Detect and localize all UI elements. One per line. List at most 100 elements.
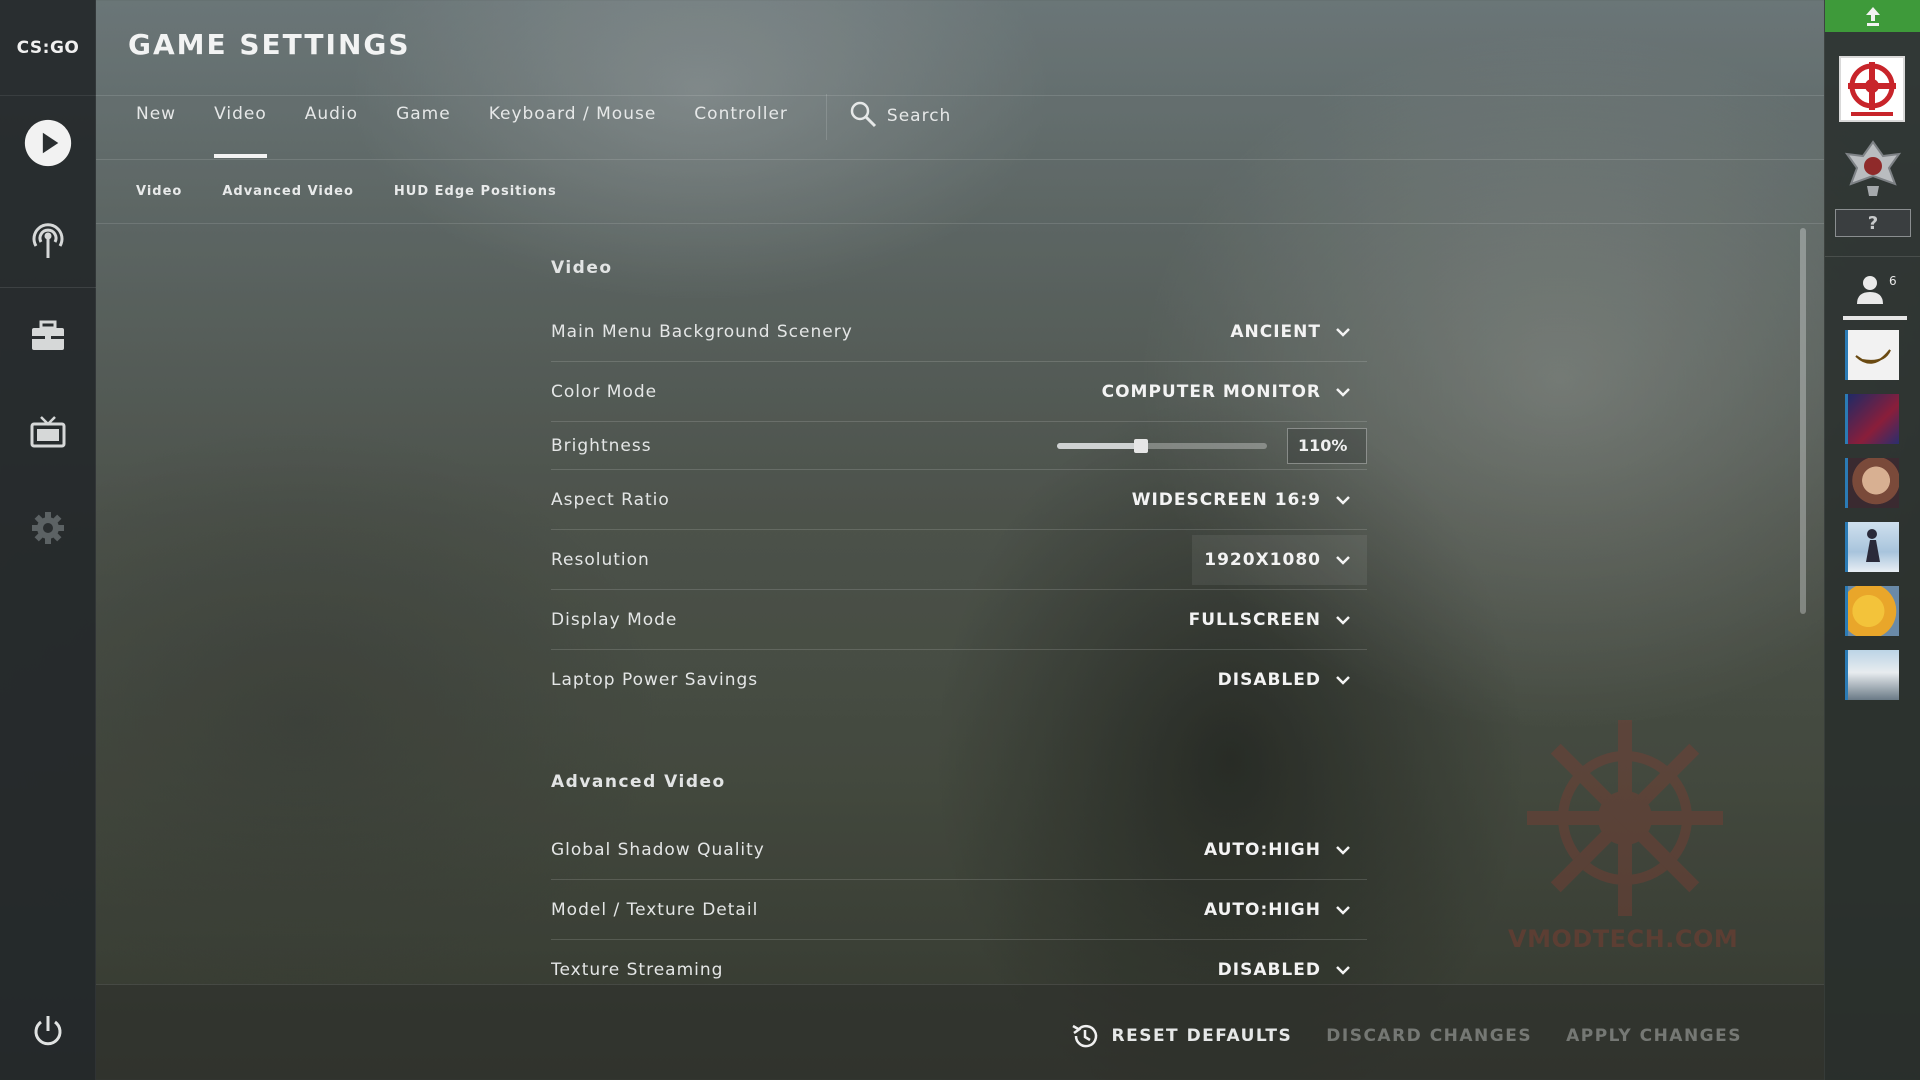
watermark-text: VMODTECH.COM bbox=[1508, 925, 1739, 953]
brightness-input[interactable]: 110% bbox=[1287, 427, 1367, 464]
history-reset-icon bbox=[1071, 1024, 1097, 1048]
setting-row-aspect-ratio: Aspect Ratio WIDESCREEN 16:9 bbox=[551, 470, 1367, 530]
tab-video[interactable]: Video bbox=[214, 104, 267, 160]
laptop-power-savings-dropdown[interactable]: DISABLED bbox=[1206, 655, 1367, 705]
logo-text: CS:GO bbox=[16, 37, 80, 58]
friend-avatar[interactable] bbox=[1845, 394, 1899, 444]
setting-row-background-scenery: Main Menu Background Scenery ANCIENT bbox=[551, 302, 1367, 362]
reset-defaults-label: RESET DEFAULTS bbox=[1111, 1026, 1293, 1046]
setting-row-texture-streaming: Texture Streaming DISABLED bbox=[551, 940, 1367, 984]
right-sidebar: ? 6 bbox=[1824, 0, 1920, 1080]
setting-label: Texture Streaming bbox=[551, 960, 724, 980]
dropdown-value: ANCIENT bbox=[1230, 321, 1321, 342]
slider-fill bbox=[1057, 442, 1141, 449]
subtab-hud-edge-positions[interactable]: HUD Edge Positions bbox=[394, 184, 557, 199]
friend-avatar[interactable] bbox=[1845, 586, 1899, 636]
friend-avatar[interactable] bbox=[1845, 330, 1899, 380]
tab-keyboard-mouse[interactable]: Keyboard / Mouse bbox=[489, 104, 657, 160]
resolution-dropdown[interactable]: 1920X1080 bbox=[1192, 534, 1367, 585]
dropdown-value: COMPUTER MONITOR bbox=[1101, 381, 1321, 402]
tab-audio[interactable]: Audio bbox=[305, 104, 358, 160]
left-sidebar: CS:GO bbox=[0, 0, 96, 1080]
dropdown-value: DISABLED bbox=[1217, 670, 1321, 690]
display-mode-dropdown[interactable]: FULLSCREEN bbox=[1177, 595, 1367, 645]
arrow-up-icon bbox=[1866, 7, 1880, 26]
play-button[interactable] bbox=[24, 119, 72, 167]
friends-list-toggle[interactable]: 6 bbox=[1843, 274, 1907, 320]
chevron-down-icon bbox=[1336, 905, 1350, 915]
section-title-video: Video bbox=[551, 258, 613, 278]
setting-label: Resolution bbox=[551, 549, 650, 570]
play-icon bbox=[24, 119, 72, 167]
aspect-ratio-dropdown[interactable]: WIDESCREEN 16:9 bbox=[1120, 475, 1367, 525]
subtab-advanced-video[interactable]: Advanced Video bbox=[222, 184, 354, 199]
chevron-down-icon bbox=[1336, 387, 1350, 397]
rank-help-badge[interactable]: ? bbox=[1835, 209, 1911, 237]
setting-label: Display Mode bbox=[551, 609, 678, 630]
apply-changes-button[interactable]: APPLY CHANGES bbox=[1566, 1026, 1742, 1046]
rank-emblem-icon[interactable] bbox=[1843, 136, 1903, 200]
subtab-video[interactable]: Video bbox=[136, 184, 182, 199]
setting-row-model-texture-detail: Model / Texture Detail AUTO:HIGH bbox=[551, 880, 1367, 940]
settings-scrollbar[interactable] bbox=[1800, 228, 1806, 614]
inventory-icon bbox=[32, 320, 64, 350]
tabs-divider bbox=[825, 94, 827, 140]
tab-controller[interactable]: Controller bbox=[694, 104, 788, 160]
upgrade-button[interactable] bbox=[1825, 0, 1920, 32]
setting-row-display-mode: Display Mode FULLSCREEN bbox=[551, 590, 1367, 650]
dropdown-value: WIDESCREEN 16:9 bbox=[1131, 489, 1321, 510]
friend-avatar[interactable] bbox=[1845, 650, 1899, 700]
friend-avatar[interactable] bbox=[1845, 522, 1899, 572]
page-title: GAME SETTINGS bbox=[128, 28, 411, 61]
csgo-logo[interactable]: CS:GO bbox=[0, 0, 96, 96]
search-button[interactable]: Search bbox=[849, 101, 951, 128]
setting-label: Aspect Ratio bbox=[551, 489, 670, 510]
broadcast-icon bbox=[32, 223, 64, 258]
setting-row-color-mode: Color Mode COMPUTER MONITOR bbox=[551, 362, 1367, 422]
texture-detail-dropdown[interactable]: AUTO:HIGH bbox=[1192, 885, 1367, 935]
settings-button[interactable] bbox=[24, 504, 72, 552]
settings-list[interactable]: Video Main Menu Background Scenery ANCIE… bbox=[551, 222, 1367, 984]
power-icon bbox=[34, 1016, 62, 1046]
section-title-advanced-video: Advanced Video bbox=[551, 772, 726, 792]
right-sidebar-divider bbox=[1825, 256, 1920, 257]
texture-streaming-dropdown[interactable]: DISABLED bbox=[1206, 945, 1367, 984]
chevron-down-icon bbox=[1336, 495, 1350, 505]
setting-label: Main Menu Background Scenery bbox=[551, 321, 853, 342]
dropdown-value: AUTO:HIGH bbox=[1203, 839, 1321, 860]
quit-button[interactable] bbox=[24, 1007, 72, 1055]
reset-defaults-button[interactable]: RESET DEFAULTS bbox=[1070, 1021, 1293, 1051]
settings-tabs: New Video Audio Game Keyboard / Mouse Co… bbox=[136, 94, 951, 160]
background-scenery-dropdown[interactable]: ANCIENT bbox=[1218, 307, 1367, 357]
header-divider bbox=[96, 95, 1824, 96]
figure-avatar-icon bbox=[1866, 529, 1880, 562]
subtabs: Video Advanced Video HUD Edge Positions bbox=[136, 184, 597, 199]
discard-changes-button[interactable]: DISCARD CHANGES bbox=[1326, 1026, 1532, 1046]
banana-avatar-icon bbox=[1855, 349, 1891, 364]
dropdown-value: AUTO:HIGH bbox=[1203, 899, 1321, 920]
chevron-down-icon bbox=[1336, 845, 1350, 855]
inventory-button[interactable] bbox=[24, 312, 72, 360]
chevron-down-icon bbox=[1336, 327, 1350, 337]
watch-tv-button[interactable] bbox=[24, 408, 72, 456]
setting-row-laptop-power-savings: Laptop Power Savings DISABLED bbox=[551, 650, 1367, 710]
shadow-quality-dropdown[interactable]: AUTO:HIGH bbox=[1192, 825, 1367, 875]
friend-avatar[interactable] bbox=[1845, 458, 1899, 508]
settings-footer: RESET DEFAULTS DISCARD CHANGES APPLY CHA… bbox=[96, 984, 1824, 1080]
slider-handle[interactable] bbox=[1134, 438, 1148, 453]
sidebar-divider bbox=[0, 287, 96, 288]
avatar-emblem-icon bbox=[1848, 62, 1896, 116]
chevron-down-icon bbox=[1336, 555, 1350, 565]
brightness-slider[interactable] bbox=[1057, 438, 1267, 453]
chevron-down-icon bbox=[1336, 966, 1350, 975]
dropdown-value: FULLSCREEN bbox=[1188, 609, 1321, 630]
color-mode-dropdown[interactable]: COMPUTER MONITOR bbox=[1090, 367, 1367, 417]
watch-broadcast-button[interactable] bbox=[24, 216, 72, 264]
setting-label: Brightness bbox=[551, 435, 652, 456]
tab-new[interactable]: New bbox=[136, 104, 176, 160]
tab-game[interactable]: Game bbox=[396, 104, 451, 160]
rank-help-text: ? bbox=[1867, 212, 1879, 234]
player-avatar[interactable] bbox=[1839, 56, 1905, 122]
search-icon bbox=[850, 101, 876, 128]
brightness-control: 110% bbox=[1057, 427, 1367, 464]
